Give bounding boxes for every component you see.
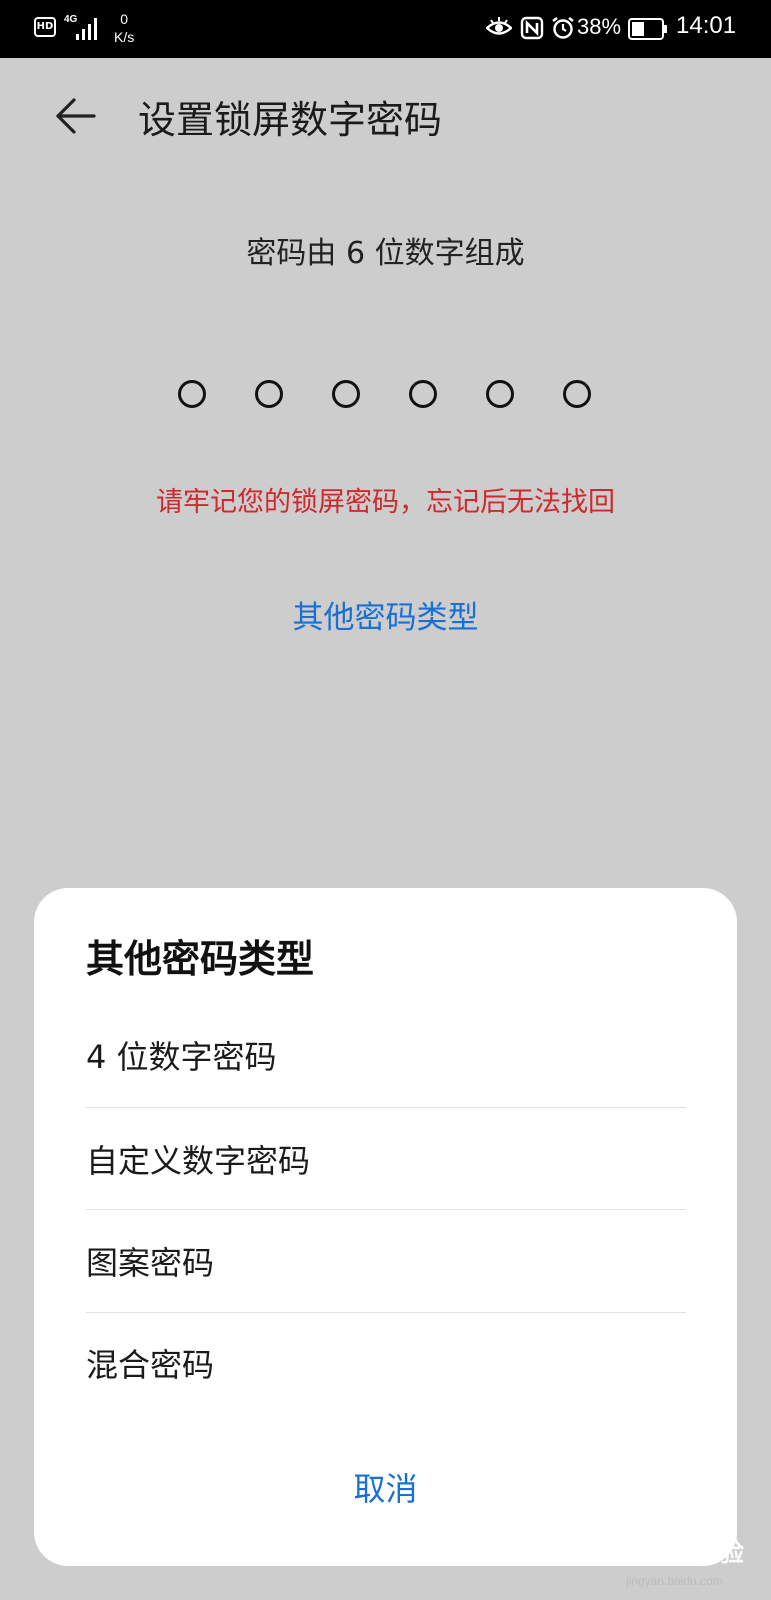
back-arrow-icon [56,98,96,134]
clock: 14:01 [676,12,737,39]
back-button[interactable] [48,92,104,148]
watermark-url: jingyan.baidu.com [626,1574,723,1588]
status-bar: HD 4G 0 K/s 38% 14:01 [0,0,771,58]
watermark-logo: Baidu [590,1526,685,1564]
page-title: 设置锁屏数字密码 [138,98,443,142]
alarm-icon [552,17,574,39]
eye-comfort-icon [486,17,512,35]
pin-hint: 密码由 6 位数字组成 [246,236,525,271]
option-4-digit-pin[interactable]: 4 位数字密码 [86,1000,686,1104]
option-label: 图案密码 [86,1244,215,1282]
option-label: 混合密码 [86,1346,215,1384]
option-pattern[interactable]: 图案密码 [86,1206,686,1310]
option-mixed-password[interactable]: 混合密码 [86,1308,686,1412]
other-password-types-link[interactable]: 其他密码类型 [0,592,771,637]
option-label: 4 位数字密码 [86,1038,277,1076]
pin-dot [332,380,360,408]
battery-percent: 38% [577,14,622,39]
password-type-sheet: 其他密码类型 4 位数字密码 自定义数字密码 图案密码 混合密码 取消 [34,888,737,1566]
sheet-title: 其他密码类型 [86,937,315,981]
pin-dot [563,380,591,408]
pin-dot [178,380,206,408]
pin-dot [409,380,437,408]
network-speed: 0 K/s [114,10,134,46]
network-speed-value: 0 [120,11,129,27]
network-speed-unit: K/s [114,29,135,45]
battery-icon [628,18,667,40]
warning-text: 请牢记您的锁屏密码，忘记后无法找回 [156,487,615,518]
pin-indicator [178,380,598,410]
pin-dot [486,380,514,408]
signal-icon [76,18,97,40]
nfc-icon [520,16,544,40]
option-custom-pin[interactable]: 自定义数字密码 [86,1104,686,1208]
pin-dot [255,380,283,408]
cancel-button[interactable]: 取消 [34,1454,737,1524]
watermark-suffix: 经验 [692,1538,745,1568]
option-label: 自定义数字密码 [86,1142,311,1180]
hd-voice-icon: HD [34,17,56,37]
baidu-watermark: Baidu 经验 jingyan.baidu.com [590,1526,770,1592]
